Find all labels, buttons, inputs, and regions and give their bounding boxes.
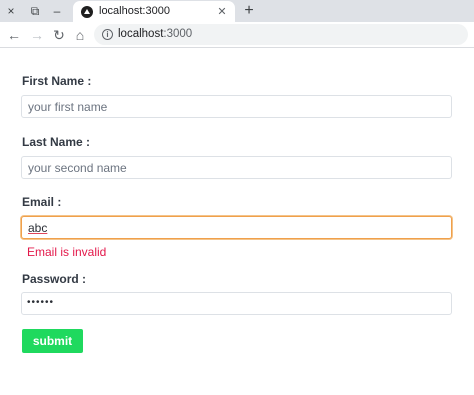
last-name-label: Last Name :	[22, 135, 91, 149]
email-error-message: Email is invalid	[27, 245, 107, 259]
url-host: localhost	[118, 28, 164, 40]
browser-toolbar: ← → ↻ ⌂ i localhost:3000	[0, 22, 474, 48]
last-name-input[interactable]	[21, 156, 452, 179]
email-input[interactable]	[21, 216, 452, 239]
password-label: Password :	[22, 272, 87, 286]
submit-button[interactable]: submit	[22, 329, 83, 353]
address-bar[interactable]: i localhost:3000	[94, 24, 468, 45]
password-input[interactable]	[21, 292, 452, 315]
minimize-window-icon[interactable]: –	[48, 2, 66, 20]
close-tab-icon[interactable]: ✕	[215, 4, 229, 18]
tab-strip: × ⧉ – localhost:3000 ✕ +	[0, 0, 474, 22]
email-label: Email :	[22, 195, 62, 209]
first-name-label: First Name :	[22, 74, 92, 88]
url-text: localhost:3000	[118, 28, 192, 40]
info-icon[interactable]: i	[102, 29, 113, 40]
signup-form: First Name : Last Name : Email : Email i…	[0, 49, 474, 395]
new-tab-button[interactable]: +	[240, 2, 258, 20]
restore-window-icon[interactable]: ⧉	[26, 2, 44, 20]
url-port: :3000	[163, 28, 193, 40]
nextjs-triangle-icon	[81, 6, 93, 18]
tab-title: localhost:3000	[99, 5, 170, 17]
home-icon[interactable]: ⌂	[71, 26, 89, 44]
browser-tab[interactable]: localhost:3000 ✕	[73, 1, 235, 22]
back-arrow-icon[interactable]: ←	[5, 26, 23, 44]
close-window-icon[interactable]: ×	[2, 2, 20, 20]
forward-arrow-icon[interactable]: →	[28, 26, 46, 44]
first-name-input[interactable]	[21, 95, 452, 118]
reload-icon[interactable]: ↻	[50, 26, 68, 44]
